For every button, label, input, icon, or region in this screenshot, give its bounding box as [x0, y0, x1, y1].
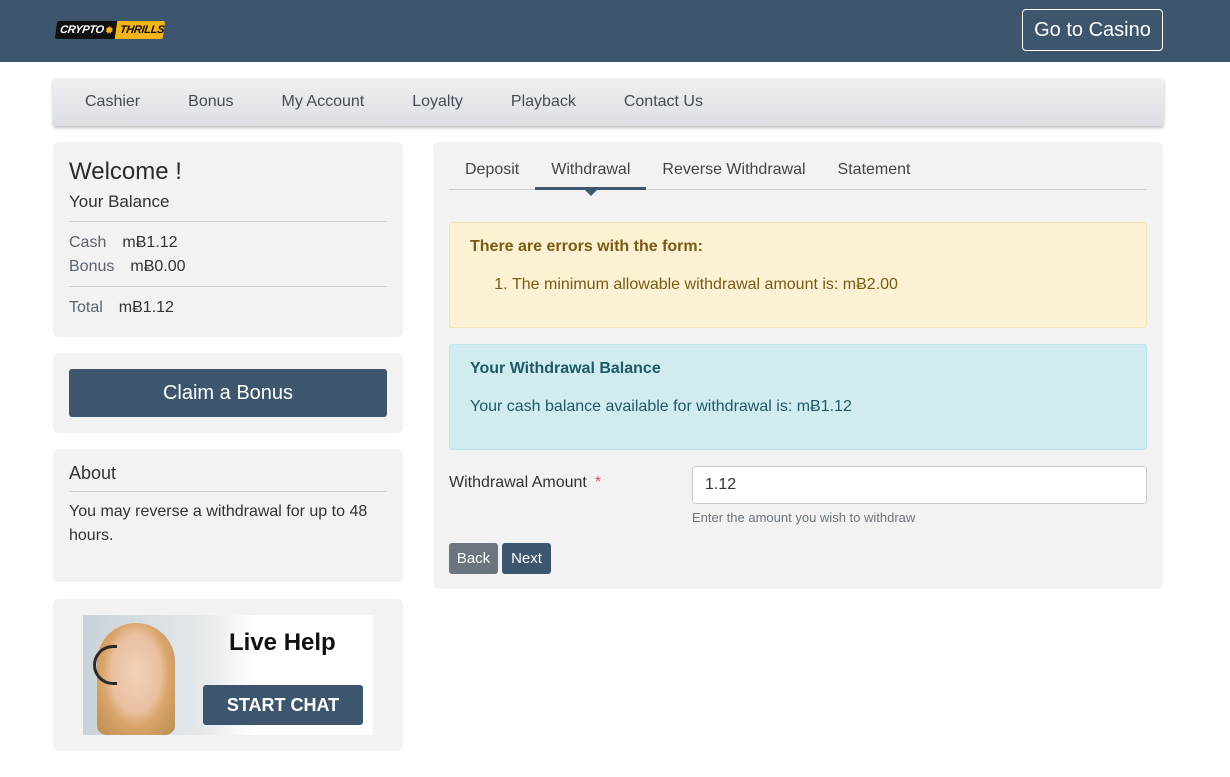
- back-button[interactable]: Back: [449, 543, 498, 574]
- withdrawal-panel: Deposit Withdrawal Reverse Withdrawal St…: [433, 142, 1163, 589]
- withdrawal-amount-hint: Enter the amount you wish to withdraw: [692, 510, 916, 525]
- balance-breakdown: Cash mɃ1.12 Bonus mɃ0.00: [69, 222, 387, 287]
- balance-subtitle: Your Balance: [69, 192, 387, 222]
- live-help-card: Live Help START CHAT: [53, 599, 403, 751]
- start-chat-button[interactable]: START CHAT: [203, 685, 363, 725]
- about-card: About You may reverse a withdrawal for u…: [53, 449, 403, 582]
- error-alert-title: There are errors with the form:: [470, 238, 703, 255]
- total-label: Total: [69, 299, 103, 316]
- nav-item-cashier[interactable]: Cashier: [85, 93, 140, 111]
- info-alert-title: Your Withdrawal Balance: [470, 360, 661, 377]
- bonus-row: Bonus mɃ0.00: [69, 255, 387, 279]
- tab-reverse-withdrawal[interactable]: Reverse Withdrawal: [646, 156, 821, 190]
- nav-item-bonus[interactable]: Bonus: [188, 93, 233, 111]
- cashier-tabs: Deposit Withdrawal Reverse Withdrawal St…: [449, 156, 1147, 196]
- cash-label: Cash: [69, 234, 107, 251]
- tab-statement[interactable]: Statement: [822, 156, 927, 190]
- cryptothrills-logo[interactable]: CRYPTO ✹ THRILLS: [54, 21, 166, 39]
- error-list: The minimum allowable withdrawal amount …: [470, 276, 1126, 294]
- claim-bonus-button[interactable]: Claim a Bonus: [69, 369, 387, 417]
- withdrawal-amount-input[interactable]: [692, 466, 1147, 504]
- form-error-alert: There are errors with the form: The mini…: [449, 222, 1147, 328]
- live-help-banner[interactable]: Live Help START CHAT: [83, 615, 373, 735]
- tab-deposit[interactable]: Deposit: [449, 156, 535, 190]
- error-item: The minimum allowable withdrawal amount …: [512, 276, 1126, 294]
- about-title: About: [69, 463, 387, 492]
- info-alert-text: Your cash balance available for withdraw…: [470, 398, 852, 415]
- bonus-label: Bonus: [69, 258, 115, 275]
- withdrawal-amount-label: Withdrawal Amount *: [449, 474, 601, 492]
- gear-icon: ✹: [103, 24, 115, 37]
- nav-item-playback[interactable]: Playback: [511, 93, 576, 111]
- bonus-value: mɃ0.00: [130, 258, 186, 275]
- about-text: You may reverse a withdrawal for up to 4…: [69, 503, 368, 544]
- total-row: Total mɃ1.12: [69, 287, 387, 320]
- claim-bonus-card: Claim a Bonus: [53, 353, 403, 433]
- logo-text-crypto: CRYPTO: [59, 24, 105, 36]
- withdrawal-amount-label-text: Withdrawal Amount: [449, 474, 587, 491]
- nav-item-loyalty[interactable]: Loyalty: [412, 93, 463, 111]
- next-button[interactable]: Next: [502, 543, 551, 574]
- required-asterisk: *: [594, 474, 602, 491]
- nav-item-contact-us[interactable]: Contact Us: [624, 93, 703, 111]
- live-help-title: Live Help: [229, 629, 336, 656]
- logo-text-thrills: THRILLS: [114, 21, 166, 39]
- main-nav: Cashier Bonus My Account Loyalty Playbac…: [53, 78, 1164, 126]
- balance-card: Welcome ! Your Balance Cash mɃ1.12 Bonus m…: [53, 142, 403, 337]
- cash-row: Cash mɃ1.12: [69, 231, 387, 255]
- total-value: mɃ1.12: [118, 299, 174, 316]
- top-header: CRYPTO ✹ THRILLS Go to Casino: [0, 0, 1230, 62]
- nav-item-my-account[interactable]: My Account: [282, 93, 365, 111]
- withdrawal-balance-alert: Your Withdrawal Balance Your cash balanc…: [449, 344, 1147, 450]
- cash-value: mɃ1.12: [122, 234, 178, 251]
- welcome-title: Welcome !: [69, 158, 182, 185]
- tab-withdrawal[interactable]: Withdrawal: [535, 156, 647, 196]
- go-to-casino-button[interactable]: Go to Casino: [1022, 9, 1163, 51]
